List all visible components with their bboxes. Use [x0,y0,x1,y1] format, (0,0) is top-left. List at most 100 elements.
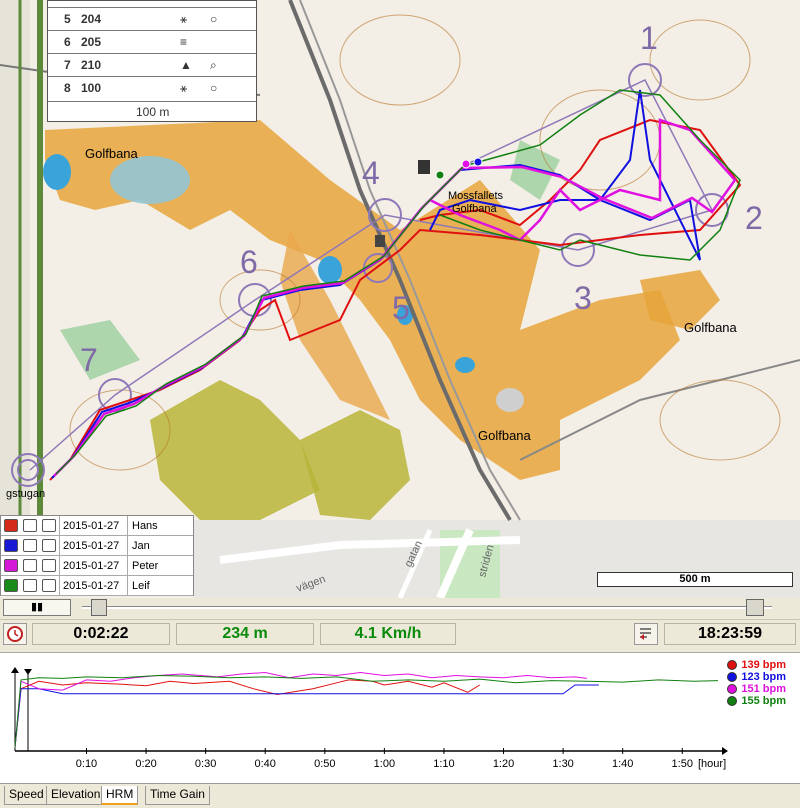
control-number: 6 [64,35,71,49]
control-description-row: 7 210 ▲ ⌕ [48,53,256,76]
control-number: 7 [64,58,71,72]
control-number-2: 2 [745,200,763,236]
tab-hrm[interactable]: HRM [101,786,139,805]
clock-time: 18:23:59 [664,623,796,645]
location-symbol: ○ [210,12,218,26]
hr-legend: 139 bpm 123 bpm 151 bpm 155 bpm [727,659,786,707]
tab-elevation[interactable]: Elevation [46,786,106,805]
map-label-gstugan: gstugan [6,488,46,500]
x-tick-label: 0:20 [135,758,156,770]
runner-date: 2015-01-27 [63,560,120,572]
x-tick-label: 1:40 [612,758,633,770]
runner-row[interactable]: 2015-01-27 Jan [1,536,193,556]
control-description-scale: 100 m [48,101,256,122]
distance-value: 234 m [176,623,314,645]
runner-row[interactable]: 2015-01-27 Peter [1,556,193,576]
hr-legend-item: 155 bpm [727,695,786,707]
x-tick-label: 0:10 [76,758,97,770]
control-number: 5 [64,12,71,26]
x-axis-arrow [722,747,728,755]
map-label-golfbana: Golfbana [452,203,497,215]
back-arrow-icon[interactable] [23,579,37,592]
runner-name: Hans [132,520,158,532]
playback-bar: ▮▮ [0,598,800,618]
control-number: 8 [64,81,71,95]
runner-name: Jan [132,540,150,552]
start-marker [11,667,19,673]
settings-icon[interactable] [42,519,56,532]
runner-date: 2015-01-27 [63,520,120,532]
hr-legend-label: 151 bpm [741,683,786,695]
time-slider-handle[interactable] [91,599,107,616]
runner-row[interactable]: 2015-01-27 Hans [1,516,193,536]
runner-row[interactable]: 2015-01-27 Leif [1,576,193,596]
x-tick-label: 1:20 [493,758,514,770]
runner-color-icon[interactable] [4,539,18,552]
x-tick-label: 0:40 [255,758,276,770]
control-number-6: 6 [240,244,258,280]
x-tick-label: 0:50 [314,758,335,770]
control-number-4: 4 [362,155,380,191]
x-tick-label: 1:50 [672,758,693,770]
hr-legend-label: 155 bpm [741,695,786,707]
control-number-5: 5 [392,290,410,326]
time-cursor-handle[interactable] [24,669,32,675]
control-number-1: 1 [640,20,658,56]
feature-symbol: ≡ [180,35,188,49]
settings-icon[interactable] [42,559,56,572]
map-label-golfbana: Golfbana [684,320,737,335]
map-label-golfbana: Golfbana [478,428,531,443]
x-tick-label: 0:30 [195,758,216,770]
tab-speed[interactable]: Speed [4,786,49,805]
hr-legend-label: 123 bpm [741,671,786,683]
pause-button[interactable]: ▮▮ [3,599,71,616]
runner-date: 2015-01-27 [63,580,120,592]
control-code: 205 [81,35,102,49]
hr-legend-item: 139 bpm [727,659,786,671]
clock-icon[interactable] [3,623,27,645]
stats-bar: 0:02:22 234 m 4.1 Km/h 18:23:59 [0,619,800,647]
runner-date: 2015-01-27 [63,540,120,552]
control-description-row: 5 204 ⚹ ○ [48,7,256,30]
hr-legend-item: 123 bpm [727,671,786,683]
location-symbol: ⌕ [210,58,217,72]
back-arrow-icon[interactable] [23,559,37,572]
time-slider-track[interactable] [82,606,772,609]
control-description-table: 5 204 ⚹ ○ 6 205 ≡ 7 210 ▲ ⌕ 8 100 ⚹ ○ 10… [47,0,257,122]
tab-time-gain[interactable]: Time Gain [145,786,210,805]
control-code: 204 [81,12,102,26]
back-arrow-icon[interactable] [23,519,37,532]
runner-name: Leif [132,580,150,592]
feature-symbol: ⚹ [180,12,188,26]
location-symbol: ○ [210,81,218,95]
map-label-golfbana: Golfbana [85,146,138,161]
hr-series-line [14,674,719,748]
control-code: 210 [81,58,102,72]
orienteering-map[interactable]: 1 2 3 4 5 6 7 Golfbana Golfbana Golfbana… [0,0,800,598]
scale-label: 100 m [136,105,170,119]
hr-series-line [14,684,599,748]
hr-legend-label: 139 bpm [741,659,786,671]
runner-name: Peter [132,560,159,572]
rewind-icon[interactable] [634,623,658,645]
control-number-3: 3 [574,280,592,316]
runner-color-icon[interactable] [4,519,18,532]
elapsed-time: 0:02:22 [32,623,170,645]
chart-tabs: Speed Elevation HRM Time Gain [0,783,800,808]
time-slider-end-handle[interactable] [746,599,764,616]
runner-color-icon[interactable] [4,559,18,572]
settings-icon[interactable] [42,539,56,552]
hr-series-line [14,679,480,748]
control-description-row: 8 100 ⚹ ○ [48,76,256,99]
hr-legend-item: 151 bpm [727,683,786,695]
x-tick-label: 1:30 [552,758,573,770]
feature-symbol: ⚹ [180,81,188,95]
x-tick-label: 1:10 [433,758,454,770]
hrm-chart[interactable]: 0:10 0:20 0:30 0:40 0:50 1:00 1:10 1:20 1:30 1:40… [0,652,800,783]
runner-list: 2015-01-27 Hans 2015-01-27 Jan 2015-01-2… [0,515,194,596]
settings-icon[interactable] [42,579,56,592]
back-arrow-icon[interactable] [23,539,37,552]
control-description-row: 6 205 ≡ [48,30,256,53]
runner-color-icon[interactable] [4,579,18,592]
speed-value: 4.1 Km/h [320,623,456,645]
